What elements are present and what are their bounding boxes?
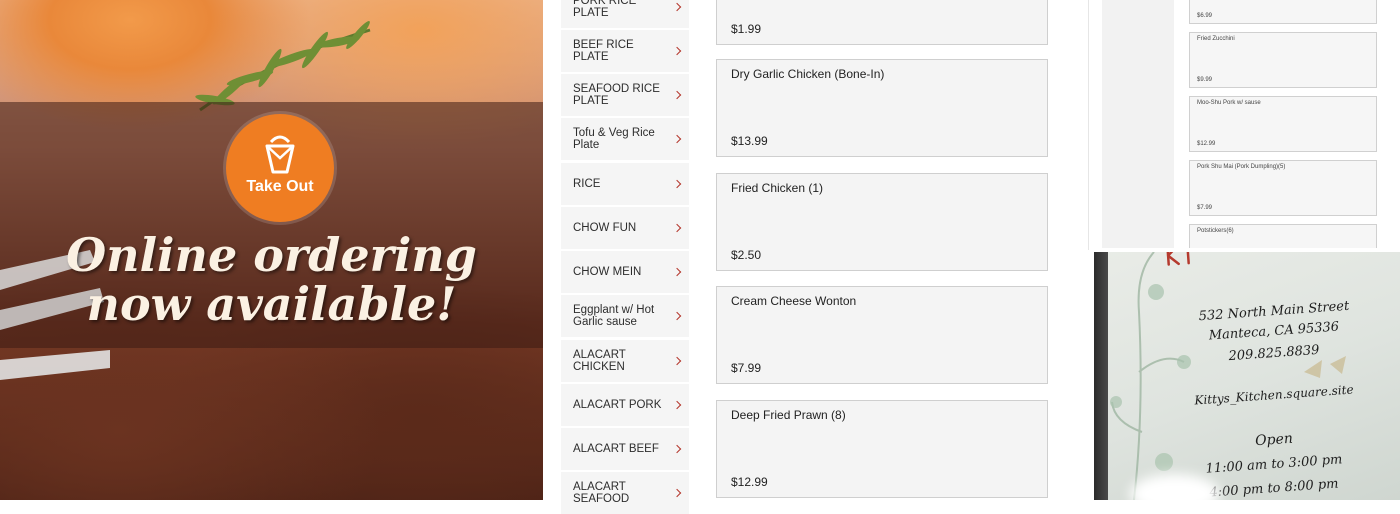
thumbnail-item-card: Potstickers(6) [1189, 224, 1377, 248]
category-label: ALACART SEAFOOD [573, 481, 630, 505]
category-label: PORK RICE PLATE [573, 0, 637, 19]
category-label: ALACART CHICKEN [573, 349, 626, 373]
category-label: ALACART BEEF [573, 443, 659, 455]
sign-frame-edge [1094, 252, 1108, 500]
menu-item-card[interactable]: $1.99 [716, 0, 1048, 45]
take-out-label: Take Out [246, 178, 314, 195]
category-sidebar: PORK RICE PLATE BEEF RICE PLATE SEAFOOD … [543, 0, 701, 514]
item-name: Fried Chicken (1) [731, 181, 824, 195]
menu-item-list: $1.99 Dry Garlic Chicken (Bone-In) $13.9… [701, 0, 1063, 500]
menu-screenshot-thumbnail: $6.99 Fried Zucchini $9.99 Moo-Shu Pork … [1102, 0, 1400, 248]
category-label: Tofu & Veg Rice Plate [573, 127, 655, 151]
thumbnail-item-price: $6.99 [1197, 13, 1213, 19]
item-price: $2.50 [731, 248, 762, 262]
category-label: BEEF RICE PLATE [573, 39, 634, 63]
thumbnail-item-name: Moo-Shu Pork w/ sause [1197, 100, 1261, 106]
category-label: SEAFOOD RICE PLATE [573, 83, 660, 107]
category-chow-fun[interactable]: CHOW FUN [561, 207, 689, 249]
chevron-right-icon [672, 90, 682, 100]
thumbnail-item-price: $7.99 [1197, 205, 1213, 211]
thumbnail-item-card: $6.99 [1189, 0, 1377, 24]
section-divider [1088, 0, 1089, 250]
category-label: CHOW MEIN [573, 266, 642, 278]
category-rice[interactable]: RICE [561, 163, 689, 205]
item-price: $12.99 [731, 475, 768, 489]
category-alacart-chicken[interactable]: ALACART CHICKEN [561, 340, 689, 382]
chevron-right-icon [672, 267, 682, 277]
chevron-right-icon [672, 444, 682, 454]
thumbnail-item-name: Potstickers(6) [1197, 228, 1234, 234]
online-ordering-banner: Take Out Online ordering now available! [0, 0, 543, 500]
category-seafood-rice-plate[interactable]: SEAFOOD RICE PLATE [561, 74, 689, 116]
chevron-right-icon [672, 2, 682, 12]
menu-item-card[interactable]: Cream Cheese Wonton $7.99 [716, 286, 1048, 384]
headline-line-2: now available! [86, 277, 457, 331]
thumbnail-item-price: $9.99 [1197, 77, 1213, 83]
category-label: ALACART PORK [573, 399, 662, 411]
thumbnail-item-price: $12.99 [1197, 141, 1216, 147]
category-alacart-seafood[interactable]: ALACART SEAFOOD [561, 472, 689, 514]
category-pork-rice-plate[interactable]: PORK RICE PLATE [561, 0, 689, 28]
thumbnail-item-card: Pork Shu Mai (Pork Dumpling)(5) $7.99 [1189, 160, 1377, 216]
item-price: $1.99 [731, 22, 762, 36]
headline-line-1: Online ordering [66, 228, 477, 282]
chevron-right-icon [672, 356, 682, 366]
chevron-right-icon [672, 179, 682, 189]
category-label: CHOW FUN [573, 222, 637, 234]
thumbnail-item-card: Moo-Shu Pork w/ sause $12.99 [1189, 96, 1377, 152]
category-eggplant[interactable]: Eggplant w/ Hot Garlic sause [561, 295, 689, 337]
chevron-right-icon [672, 46, 682, 56]
category-chow-mein[interactable]: CHOW MEIN [561, 251, 689, 293]
category-tofu-veg-rice-plate[interactable]: Tofu & Veg Rice Plate [561, 118, 689, 160]
chevron-right-icon [672, 488, 682, 498]
item-price: $7.99 [731, 361, 762, 375]
item-name: Dry Garlic Chicken (Bone-In) [731, 67, 885, 81]
category-label: RICE [573, 178, 601, 190]
thumbnail-item-name: Fried Zucchini [1197, 36, 1235, 42]
item-price: $13.99 [731, 134, 768, 148]
store-sign-photo: 532 North Main Street Manteca, CA 95336 … [1094, 252, 1400, 500]
item-name: Cream Cheese Wonton [731, 294, 857, 308]
menu-item-card[interactable]: Deep Fried Prawn (8) $12.99 [716, 400, 1048, 498]
chevron-right-icon [672, 134, 682, 144]
chevron-right-icon [672, 311, 682, 321]
item-name: Deep Fried Prawn (8) [731, 408, 846, 422]
category-alacart-beef[interactable]: ALACART BEEF [561, 428, 689, 470]
category-label: Eggplant w/ Hot Garlic sause [573, 304, 655, 328]
category-alacart-pork[interactable]: ALACART PORK [561, 384, 689, 426]
chevron-right-icon [672, 223, 682, 233]
chevron-right-icon [672, 400, 682, 410]
takeout-box-icon [265, 135, 295, 174]
take-out-badge: Take Out [226, 114, 334, 222]
menu-item-card[interactable]: Fried Chicken (1) $2.50 [716, 173, 1048, 271]
category-beef-rice-plate[interactable]: BEEF RICE PLATE [561, 30, 689, 72]
thumbnail-item-name: Pork Shu Mai (Pork Dumpling)(5) [1197, 164, 1286, 170]
menu-item-card[interactable]: Dry Garlic Chicken (Bone-In) $13.99 [716, 59, 1048, 157]
thumbnail-item-card: Fried Zucchini $9.99 [1189, 32, 1377, 88]
